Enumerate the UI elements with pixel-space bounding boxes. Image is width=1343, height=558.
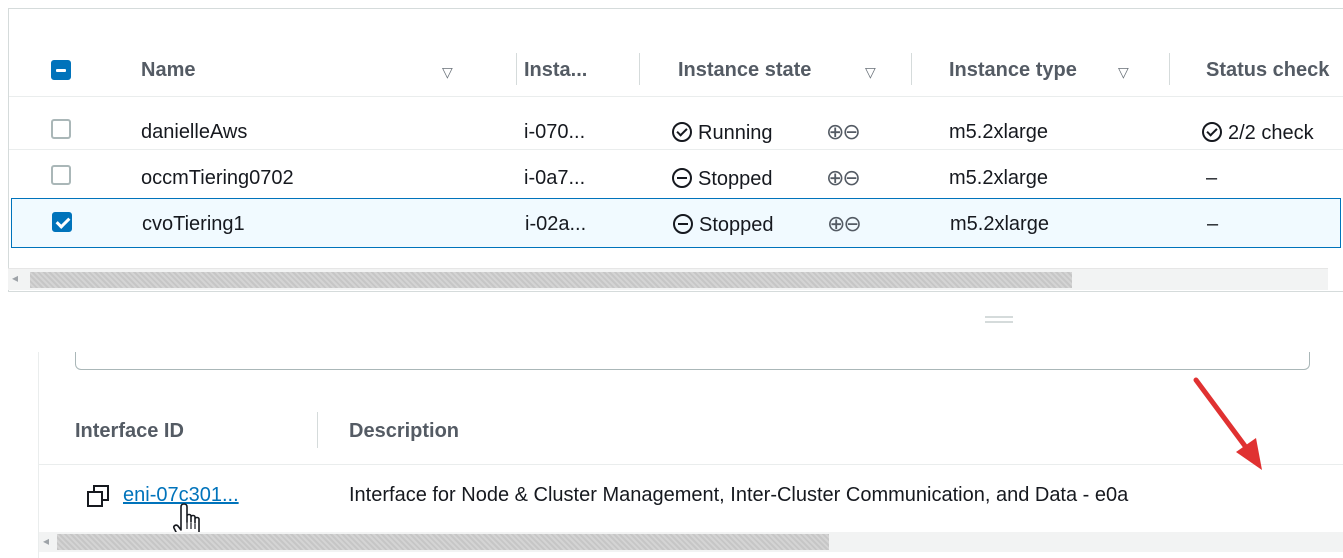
instances-table: Name ▽ Insta... Instance state ▽ Instanc… xyxy=(8,8,1343,292)
network-interfaces-panel: Interface ID Description eni-07c301... I… xyxy=(38,352,1343,558)
instance-id-link[interactable]: i-070... xyxy=(524,122,585,142)
row-divider xyxy=(9,149,1343,150)
column-divider[interactable] xyxy=(911,53,912,85)
zoom-in-out-icon[interactable]: ⊕⊖ xyxy=(826,119,861,145)
table-row[interactable]: danielleAws i-070... Running ⊕⊖ m5.2xlar… xyxy=(9,105,1343,155)
column-header-instance-state[interactable]: Instance state xyxy=(678,60,811,80)
column-divider[interactable] xyxy=(639,53,640,85)
instance-id-link[interactable]: i-02a... xyxy=(525,214,586,234)
column-divider[interactable] xyxy=(1169,53,1170,85)
annotation-arrow-icon xyxy=(1193,377,1262,470)
column-header-status-check[interactable]: Status check xyxy=(1206,60,1329,80)
minus-circle-icon xyxy=(673,214,693,234)
instance-state-label: Stopped xyxy=(698,168,773,190)
column-header-instance-id[interactable]: Insta... xyxy=(524,60,587,80)
row-divider xyxy=(9,96,1343,97)
row-checkbox[interactable] xyxy=(51,165,71,185)
select-all-checkbox[interactable] xyxy=(51,60,71,80)
table-row-selected[interactable]: cvoTiering1 i-02a... Stopped ⊕⊖ m5.2xlar… xyxy=(11,198,1341,248)
minus-circle-icon xyxy=(672,168,692,188)
filter-input[interactable] xyxy=(75,352,1310,370)
row-checkbox-checked[interactable] xyxy=(52,212,72,232)
horizontal-scrollbar[interactable]: ◂ xyxy=(39,532,1343,552)
instance-type: m5.2xlarge xyxy=(949,121,1048,143)
status-check-label: 2/2 check xyxy=(1228,122,1314,144)
instance-type: m5.2xlarge xyxy=(950,213,1049,235)
check-circle-icon xyxy=(1202,122,1222,142)
interface-description: Interface for Node & Cluster Management,… xyxy=(349,484,1129,506)
row-checkbox[interactable] xyxy=(51,119,71,139)
scroll-left-arrow-icon[interactable]: ◂ xyxy=(43,534,49,548)
zoom-in-out-icon[interactable]: ⊕⊖ xyxy=(827,211,862,237)
scroll-left-arrow-icon[interactable]: ◂ xyxy=(12,271,18,285)
instance-type: m5.2xlarge xyxy=(949,167,1048,189)
table-header: Name ▽ Insta... Instance state ▽ Instanc… xyxy=(9,25,1343,95)
check-circle-icon xyxy=(672,122,692,142)
column-divider[interactable] xyxy=(317,412,318,448)
sort-desc-icon[interactable]: ▽ xyxy=(1118,64,1129,81)
column-header-instance-type[interactable]: Instance type xyxy=(949,60,1077,80)
horizontal-scrollbar[interactable]: ◂ xyxy=(8,268,1328,290)
sort-desc-icon[interactable]: ▽ xyxy=(865,64,876,81)
instance-state-running: Running xyxy=(672,122,773,143)
instance-state-stopped: Stopped xyxy=(672,168,773,189)
sort-desc-icon[interactable]: ▽ xyxy=(442,64,453,81)
instance-id-link[interactable]: i-0a7... xyxy=(524,168,585,188)
row-divider xyxy=(39,464,1343,465)
copy-icon[interactable] xyxy=(87,485,109,507)
instance-state-label: Stopped xyxy=(699,214,774,236)
status-check-label: – xyxy=(1206,167,1218,189)
column-header-interface-id[interactable]: Interface ID xyxy=(75,420,184,443)
instance-name: cvoTiering1 xyxy=(142,213,245,235)
scrollbar-thumb[interactable] xyxy=(57,534,829,550)
scrollbar-thumb[interactable] xyxy=(30,272,1072,288)
column-divider[interactable] xyxy=(516,53,517,85)
instance-name: danielleAws xyxy=(141,121,248,143)
status-check-label: – xyxy=(1207,213,1219,235)
column-header-description[interactable]: Description xyxy=(349,420,459,443)
instance-name: occmTiering0702 xyxy=(141,167,294,189)
column-header-name[interactable]: Name xyxy=(141,60,195,80)
status-check: 2/2 check xyxy=(1202,122,1314,143)
split-pane-drag-handle[interactable] xyxy=(985,316,1013,324)
instance-state-stopped: Stopped xyxy=(673,214,774,235)
instance-state-label: Running xyxy=(698,122,773,144)
zoom-in-out-icon[interactable]: ⊕⊖ xyxy=(826,165,861,191)
